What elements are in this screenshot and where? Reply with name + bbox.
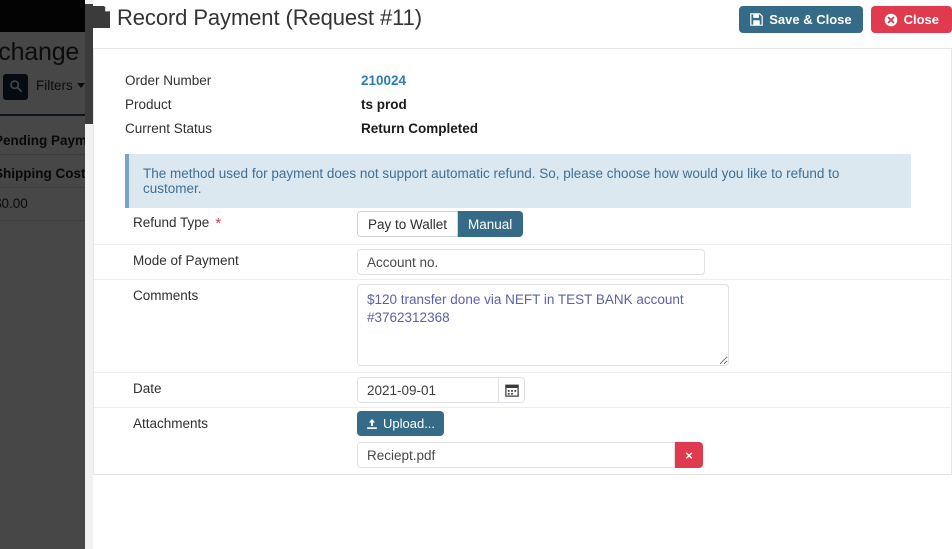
current-status-value: Return Completed <box>361 121 479 136</box>
form-row-refund-type: Refund Type * Pay to Wallet Manual <box>94 207 951 245</box>
page-title: Record Payment (Request #11) <box>117 5 422 30</box>
comments-textarea[interactable] <box>357 284 729 366</box>
product-label: Product <box>125 97 172 112</box>
background-row-line <box>0 187 93 188</box>
close-button[interactable]: Close <box>870 6 952 33</box>
chevron-down-icon <box>76 83 85 88</box>
mode-of-payment-control <box>357 249 705 275</box>
page-scrollbar-thumb[interactable] <box>85 4 93 124</box>
date-input[interactable] <box>357 377 499 403</box>
background-column-header: Shipping Cost <box>0 166 86 181</box>
mode-of-payment-input[interactable] <box>357 249 705 275</box>
document-icon <box>93 6 110 28</box>
refund-type-option-manual[interactable]: Manual <box>458 211 524 237</box>
save-and-close-button[interactable]: Save & Close <box>739 6 863 33</box>
background-cell-value: $0.00 <box>0 196 28 211</box>
filters-label: Filters <box>36 78 73 93</box>
summary-row-order-number: Order Number 210024 <box>125 73 545 97</box>
form-row-attachments: Attachments Upload... × <box>94 408 951 476</box>
attachments-label: Attachments <box>133 416 209 431</box>
date-control <box>357 377 525 403</box>
background-divider <box>0 114 93 116</box>
attachments-control: Upload... × <box>357 411 703 468</box>
required-marker: * <box>215 215 222 232</box>
order-number-label: Order Number <box>125 73 212 88</box>
upload-label: Upload... <box>383 416 436 431</box>
refund-info-alert: The method used for payment does not sup… <box>125 154 911 208</box>
attachment-item: × <box>357 442 703 468</box>
background-column-header: Pending Paym <box>0 133 88 148</box>
form-row-mode-of-payment: Mode of Payment <box>94 245 951 280</box>
background-top-bar <box>0 0 93 32</box>
comments-control <box>357 284 729 371</box>
current-status-label: Current Status <box>125 121 213 136</box>
refund-type-option-pay-to-wallet[interactable]: Pay to Wallet <box>357 211 459 237</box>
background-page-title: xchange R <box>0 38 93 66</box>
comments-label: Comments <box>133 288 199 303</box>
refund-type-toggle-group: Pay to Wallet Manual <box>357 211 524 237</box>
summary-row-product: Product ts prod <box>125 97 545 121</box>
screen: xchange R Filters Pending Paym Shipping … <box>0 0 952 549</box>
order-summary: Order Number 210024 Product ts prod Curr… <box>125 73 545 145</box>
modal-header: Record Payment (Request #11) Save & Clos… <box>93 0 952 48</box>
floppy-disk-icon <box>750 13 764 26</box>
circle-x-icon <box>884 13 897 26</box>
form-row-comments: Comments <box>94 280 951 373</box>
modal-header-actions: Save & Close Close <box>739 6 952 33</box>
close-label: Close <box>903 12 939 27</box>
calendar-icon <box>504 384 519 397</box>
product-value: ts prod <box>361 97 407 112</box>
calendar-picker-button[interactable] <box>499 377 525 403</box>
attachment-file-name[interactable] <box>357 442 675 468</box>
remove-attachment-button[interactable]: × <box>675 442 703 468</box>
background-row-line <box>0 220 93 221</box>
background-page: xchange R Filters Pending Paym Shipping … <box>0 0 93 549</box>
refund-type-label: Refund Type * <box>133 215 222 232</box>
search-icon[interactable] <box>3 74 28 100</box>
record-payment-modal: Record Payment (Request #11) Save & Clos… <box>93 0 952 549</box>
filters-dropdown[interactable]: Filters <box>36 78 85 93</box>
order-number-link[interactable]: 210024 <box>361 73 406 88</box>
close-x-icon: × <box>685 447 693 463</box>
mode-of-payment-label: Mode of Payment <box>133 253 239 268</box>
save-and-close-label: Save & Close <box>769 12 852 27</box>
upload-button[interactable]: Upload... <box>357 411 445 436</box>
date-label: Date <box>133 381 162 396</box>
background-content: xchange R Filters Pending Paym Shipping … <box>0 32 93 549</box>
summary-row-current-status: Current Status Return Completed <box>125 121 545 145</box>
background-row-line <box>0 154 93 155</box>
modal-body: Order Number 210024 Product ts prod Curr… <box>93 48 952 475</box>
form-row-date: Date <box>94 373 951 408</box>
upload-icon <box>367 418 377 429</box>
